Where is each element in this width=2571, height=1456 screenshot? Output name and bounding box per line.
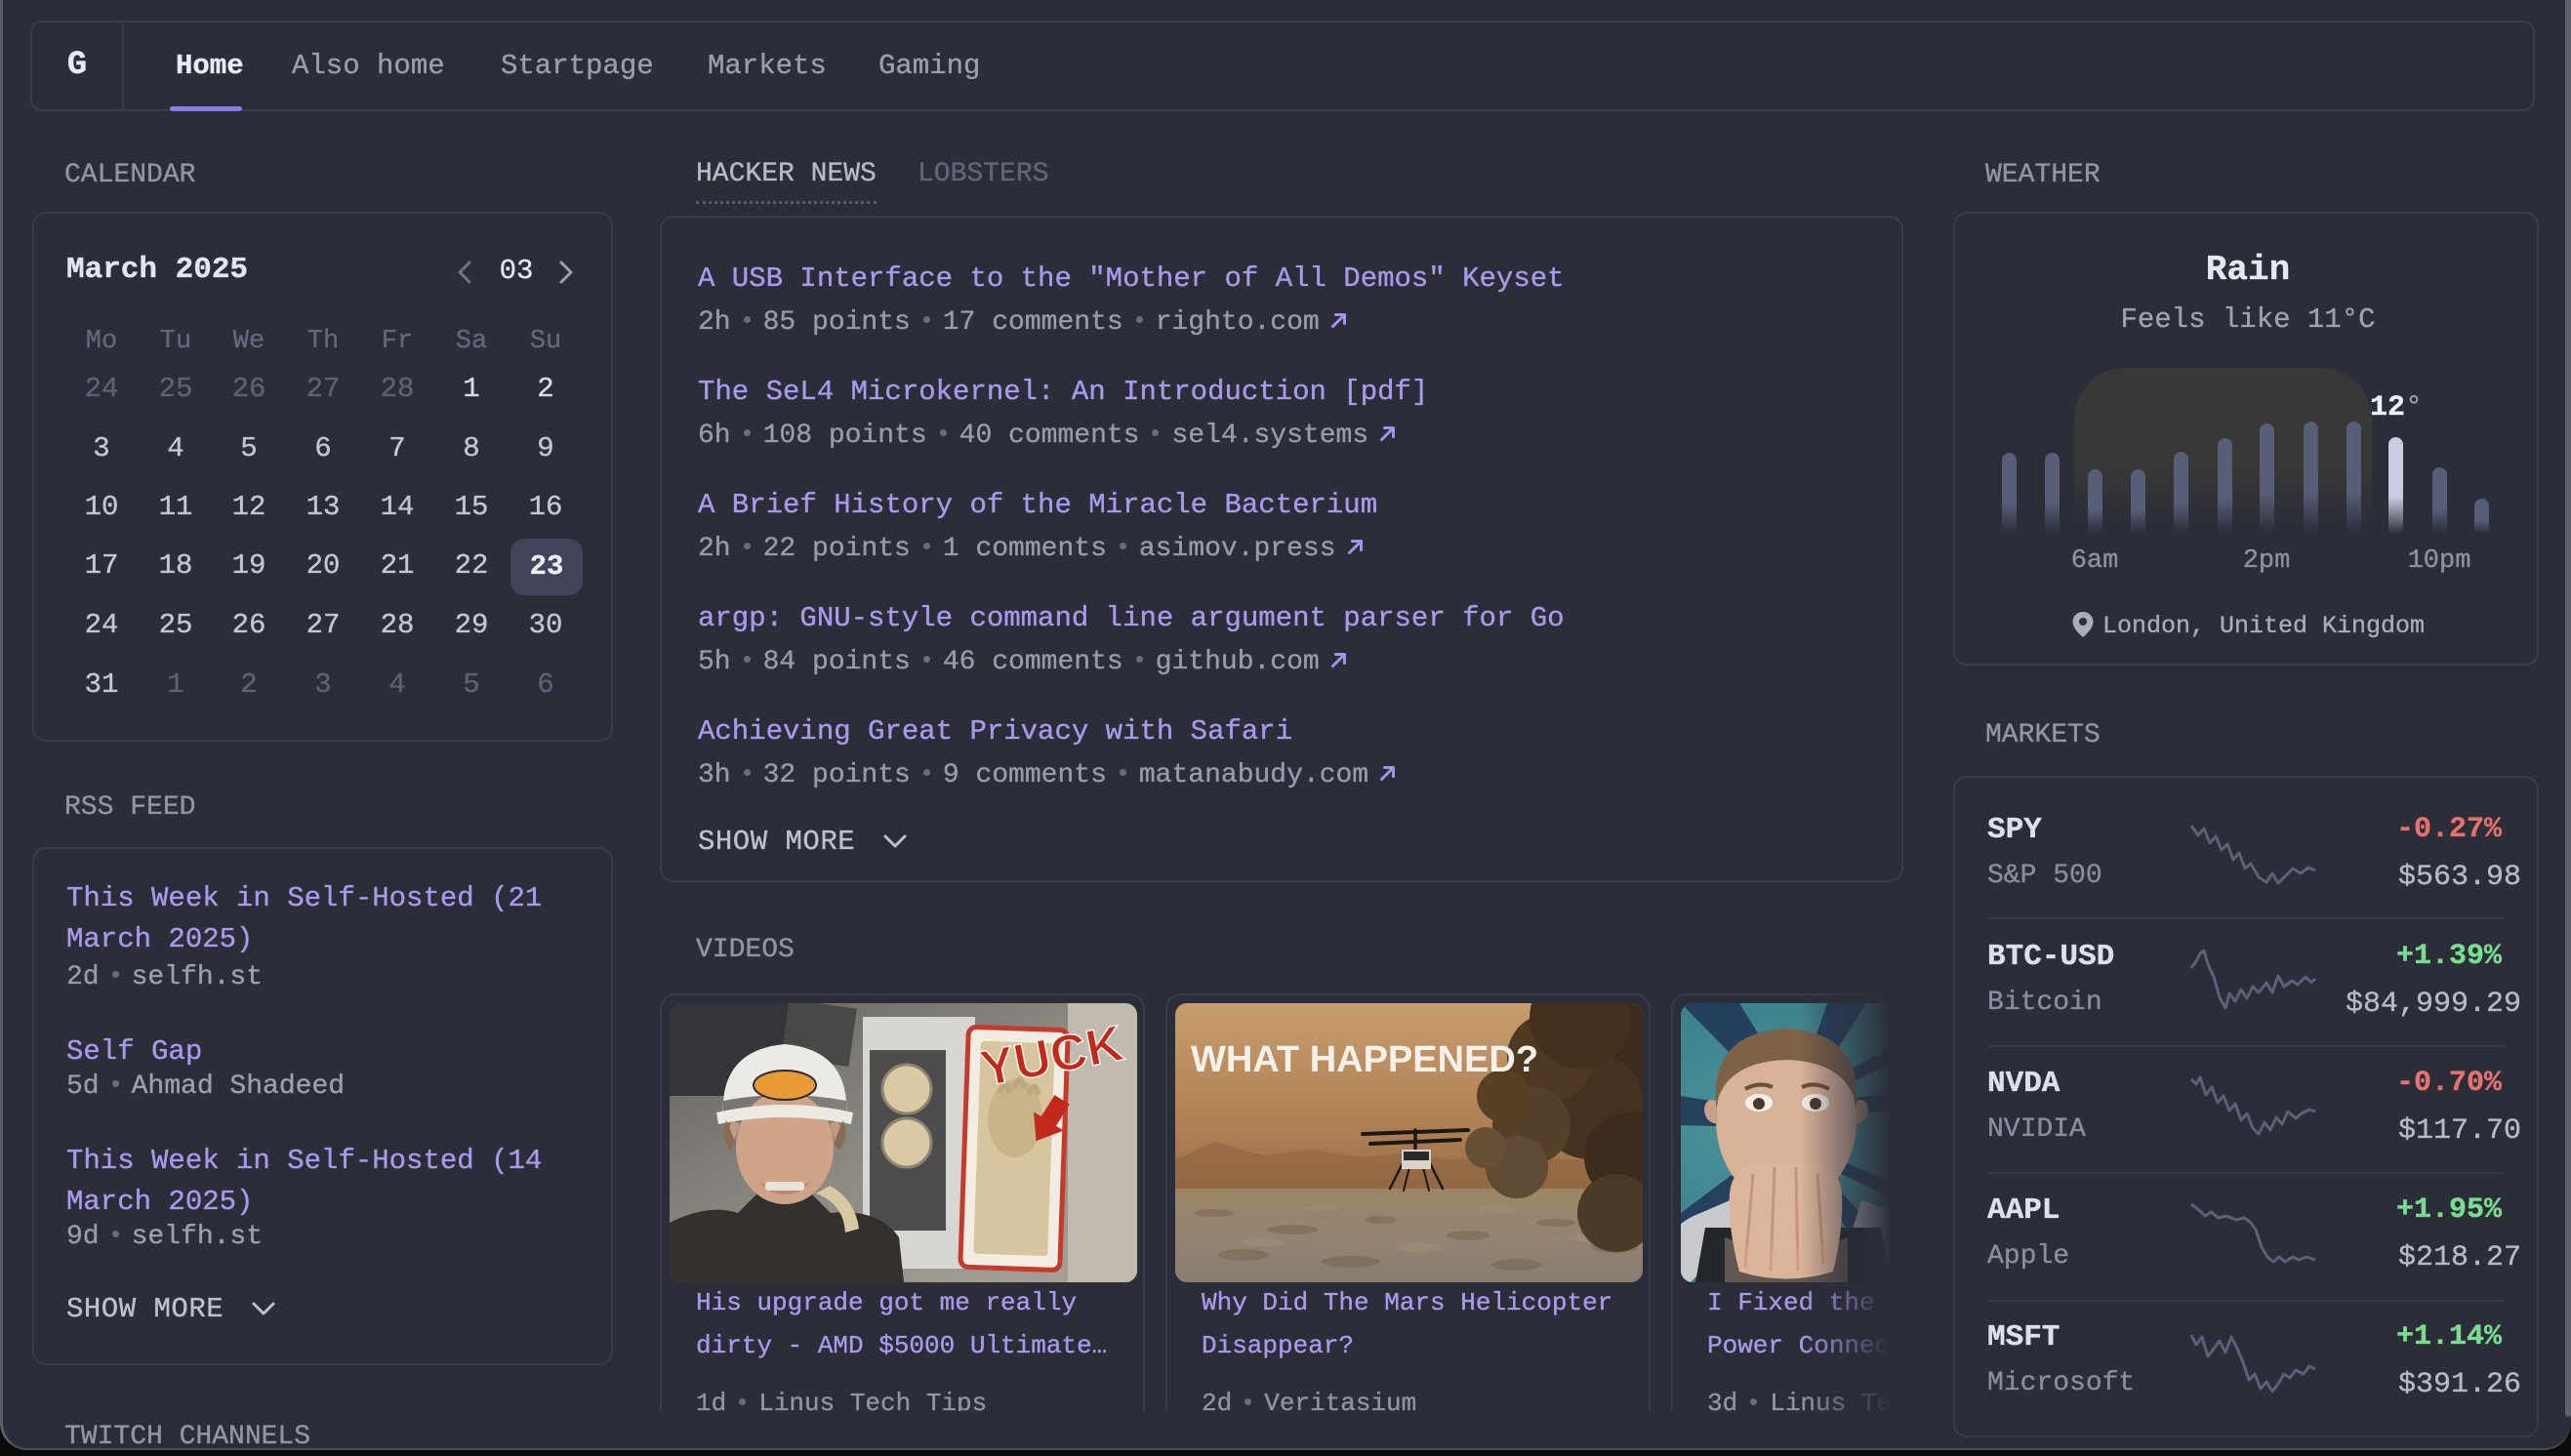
- svg-text:WHAT HAPPENED?: WHAT HAPPENED?: [1191, 1039, 1538, 1080]
